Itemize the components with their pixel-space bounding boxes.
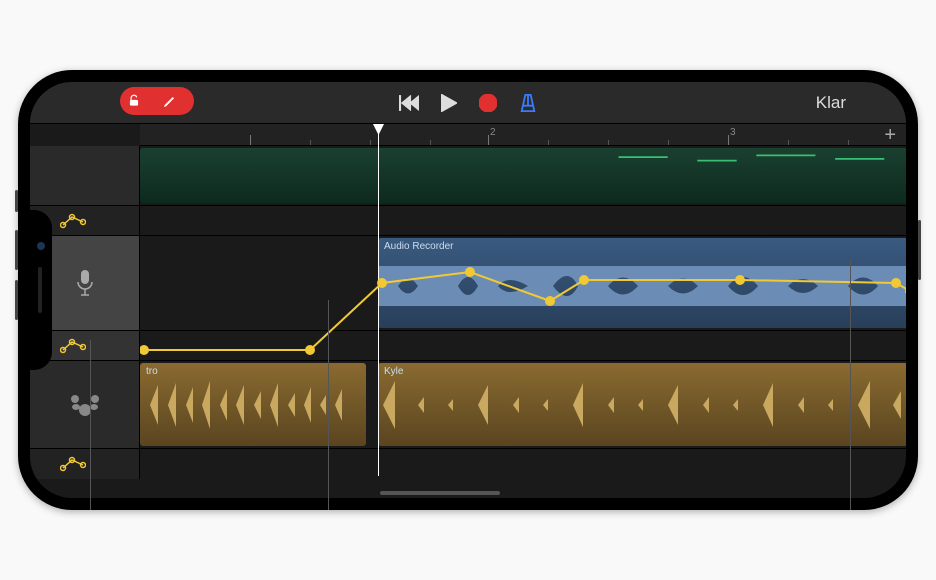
drumkit-icon	[70, 393, 100, 417]
done-button[interactable]: Klar	[816, 93, 846, 113]
volume-up	[15, 230, 18, 270]
rewind-button[interactable]	[399, 95, 419, 111]
track-header-drums[interactable]	[30, 361, 140, 448]
mute-switch	[15, 190, 18, 212]
track-header-keys[interactable]	[30, 146, 140, 205]
callout-line	[90, 340, 91, 510]
region-label: Audio Recorder	[384, 241, 453, 252]
volume-down	[15, 280, 18, 320]
add-track-button[interactable]: +	[884, 124, 896, 147]
device-frame: Klar 2 3 +	[18, 70, 918, 510]
automation-row	[30, 206, 906, 236]
lock-icon	[120, 87, 148, 115]
region-label: Kyle	[384, 366, 403, 377]
play-button[interactable]	[441, 94, 457, 112]
callout-line	[328, 300, 329, 510]
top-toolbar: Klar	[30, 82, 906, 124]
pencil-icon	[146, 87, 194, 115]
track-row	[30, 146, 906, 206]
automation-lane[interactable]	[140, 449, 906, 479]
edit-mode-badge[interactable]	[120, 87, 194, 115]
automation-row	[30, 449, 906, 479]
waveform	[378, 266, 906, 306]
horizontal-scrollbar[interactable]	[140, 490, 906, 496]
playhead[interactable]	[378, 124, 379, 476]
metronome-button[interactable]	[519, 93, 537, 113]
device-notch	[30, 210, 52, 370]
transport-controls	[399, 93, 537, 113]
automation-lane[interactable]	[140, 206, 906, 235]
waveform	[378, 377, 906, 433]
automation-toggle[interactable]	[30, 449, 140, 479]
scrollbar-thumb[interactable]	[380, 491, 500, 495]
audio-region[interactable]: Audio Recorder	[378, 238, 906, 328]
tracks-area: Audio Recorder	[30, 146, 906, 498]
timeline-ruler[interactable]: 2 3 +	[140, 124, 906, 146]
ruler-bar-label: 3	[730, 127, 736, 138]
waveform	[140, 377, 366, 433]
callout-line	[850, 260, 851, 510]
track-row: tro Kyle	[30, 361, 906, 449]
automation-row	[30, 331, 906, 361]
automation-lane[interactable]	[140, 331, 906, 360]
track-row: Audio Recorder	[30, 236, 906, 331]
track-lane[interactable]: tro Kyle	[140, 361, 906, 448]
track-lane[interactable]	[140, 146, 906, 205]
drummer-region[interactable]: Kyle	[378, 363, 906, 446]
record-button[interactable]	[479, 94, 497, 112]
ruler-bar-label: 2	[490, 127, 496, 138]
drummer-region[interactable]: tro	[140, 363, 366, 446]
microphone-icon	[74, 268, 96, 298]
screen: Klar 2 3 +	[30, 82, 906, 498]
region-label: tro	[146, 366, 158, 377]
track-lane[interactable]: Audio Recorder	[140, 236, 906, 330]
power-button	[918, 220, 921, 280]
midi-region[interactable]	[140, 148, 906, 203]
